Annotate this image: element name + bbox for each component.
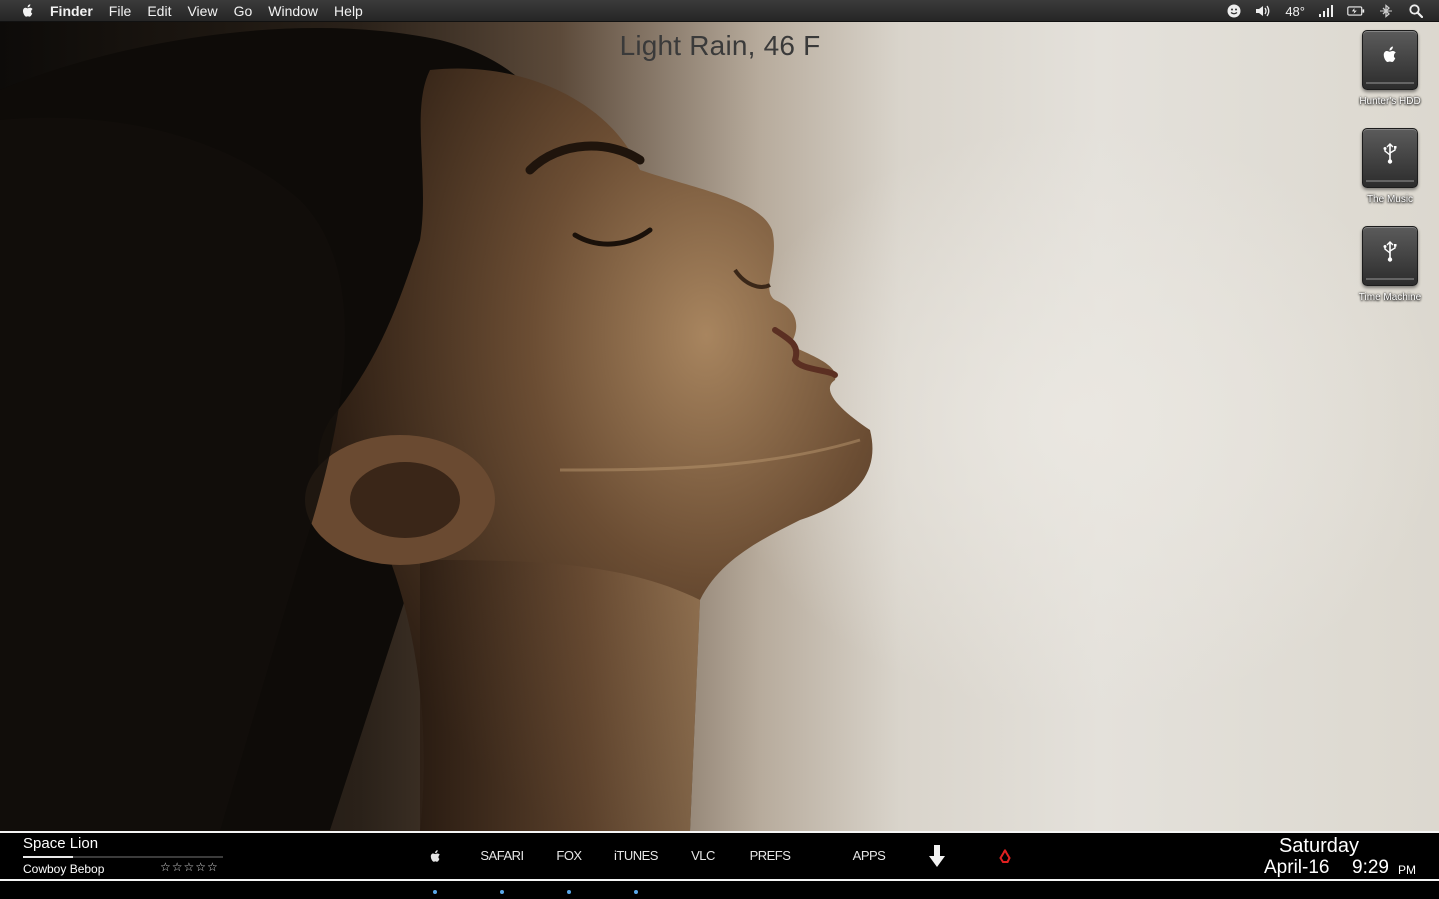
- running-indicator-dot: [500, 890, 504, 894]
- bottom-strip: [0, 881, 1439, 899]
- launcher-apple[interactable]: [424, 833, 446, 879]
- running-indicator-dot: [433, 890, 437, 894]
- launcher-vlc[interactable]: VLC: [685, 833, 721, 879]
- drive-label: The Music: [1366, 194, 1414, 205]
- bottom-bar: Space Lion Cowboy Bebop ☆☆☆☆☆ SAFARI FOX…: [0, 831, 1439, 881]
- menu-view[interactable]: View: [187, 0, 217, 22]
- battery-icon[interactable]: [1347, 3, 1365, 19]
- clock-ampm: PM: [1398, 863, 1416, 877]
- smiley-icon[interactable]: [1225, 3, 1243, 19]
- running-indicator-dot: [567, 890, 571, 894]
- launcher-apps[interactable]: APPS: [846, 833, 892, 879]
- launcher-fox[interactable]: FOX: [549, 833, 589, 879]
- recycle-icon: [999, 849, 1011, 863]
- drive-label: Hunter's HDD: [1359, 96, 1421, 107]
- menu-window[interactable]: Window: [268, 0, 318, 22]
- menu-bar: Finder File Edit View Go Window Help 48°: [0, 0, 1439, 22]
- wallpaper-portrait: [0, 28, 873, 831]
- menu-file[interactable]: File: [109, 0, 132, 22]
- desktop-wallpaper: [0, 0, 1439, 831]
- hard-drive-icon: [1362, 30, 1418, 90]
- download-arrow-icon: [929, 845, 945, 867]
- launcher-downloads[interactable]: [924, 833, 950, 879]
- bluetooth-icon[interactable]: [1377, 3, 1395, 19]
- clock-date: April-16: [1264, 857, 1330, 878]
- clock-time: 9:29: [1352, 857, 1389, 878]
- apple-icon: [430, 849, 440, 862]
- drive-time-machine[interactable]: Time Machine: [1350, 226, 1430, 303]
- usb-drive-icon: [1362, 226, 1418, 286]
- volume-icon[interactable]: [1255, 3, 1273, 19]
- usb-drive-icon: [1362, 128, 1418, 188]
- temperature-readout[interactable]: 48°: [1285, 4, 1305, 19]
- drive-label: Time Machine: [1358, 292, 1422, 303]
- spotlight-search-icon[interactable]: [1407, 3, 1425, 19]
- now-playing-progress[interactable]: [23, 856, 223, 858]
- launcher-safari[interactable]: SAFARI: [475, 833, 529, 879]
- drive-the-music[interactable]: The Music: [1350, 128, 1430, 205]
- apple-menu-icon[interactable]: [20, 3, 36, 19]
- launcher-prefs[interactable]: PREFS: [745, 833, 795, 879]
- menu-go[interactable]: Go: [234, 0, 253, 22]
- now-playing-title: Space Lion: [23, 835, 99, 852]
- usb-icon: [1383, 143, 1397, 164]
- usb-icon: [1383, 241, 1397, 262]
- progress-fill: [23, 856, 73, 858]
- menu-finder[interactable]: Finder: [50, 0, 93, 22]
- running-indicator-dot: [634, 890, 638, 894]
- status-area: 48°: [1225, 0, 1425, 22]
- signal-bars-icon[interactable]: [1317, 3, 1335, 19]
- launcher-trash[interactable]: [992, 833, 1018, 879]
- apple-icon: [1383, 46, 1396, 62]
- now-playing-artist: Cowboy Bebop: [23, 862, 105, 876]
- clock-day: Saturday: [1278, 835, 1359, 857]
- drive-hunters-hdd[interactable]: Hunter's HDD: [1350, 30, 1430, 107]
- launcher-itunes[interactable]: iTUNES: [609, 833, 663, 879]
- menu-help[interactable]: Help: [334, 0, 363, 22]
- rating-stars[interactable]: ☆☆☆☆☆: [160, 860, 219, 874]
- weather-widget: Light Rain, 46 F: [619, 30, 821, 61]
- menu-edit[interactable]: Edit: [147, 0, 171, 22]
